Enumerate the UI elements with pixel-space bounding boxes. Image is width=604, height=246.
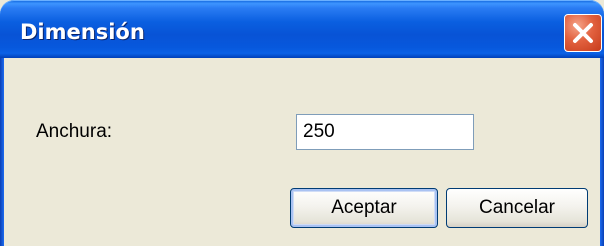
width-input[interactable] (296, 114, 474, 150)
title-bar[interactable]: Dimensión (0, 0, 604, 58)
window-frame-right (600, 58, 604, 246)
close-button[interactable] (564, 14, 602, 52)
dimension-dialog: Dimensión Anchura: Aceptar Cancelar (0, 0, 604, 246)
accept-button[interactable]: Aceptar (290, 188, 438, 228)
width-label: Anchura: (36, 121, 113, 142)
dialog-title: Dimensión (20, 20, 145, 44)
cancel-button[interactable]: Cancelar (446, 188, 588, 228)
window-frame-left (0, 58, 4, 246)
close-icon (573, 23, 593, 43)
